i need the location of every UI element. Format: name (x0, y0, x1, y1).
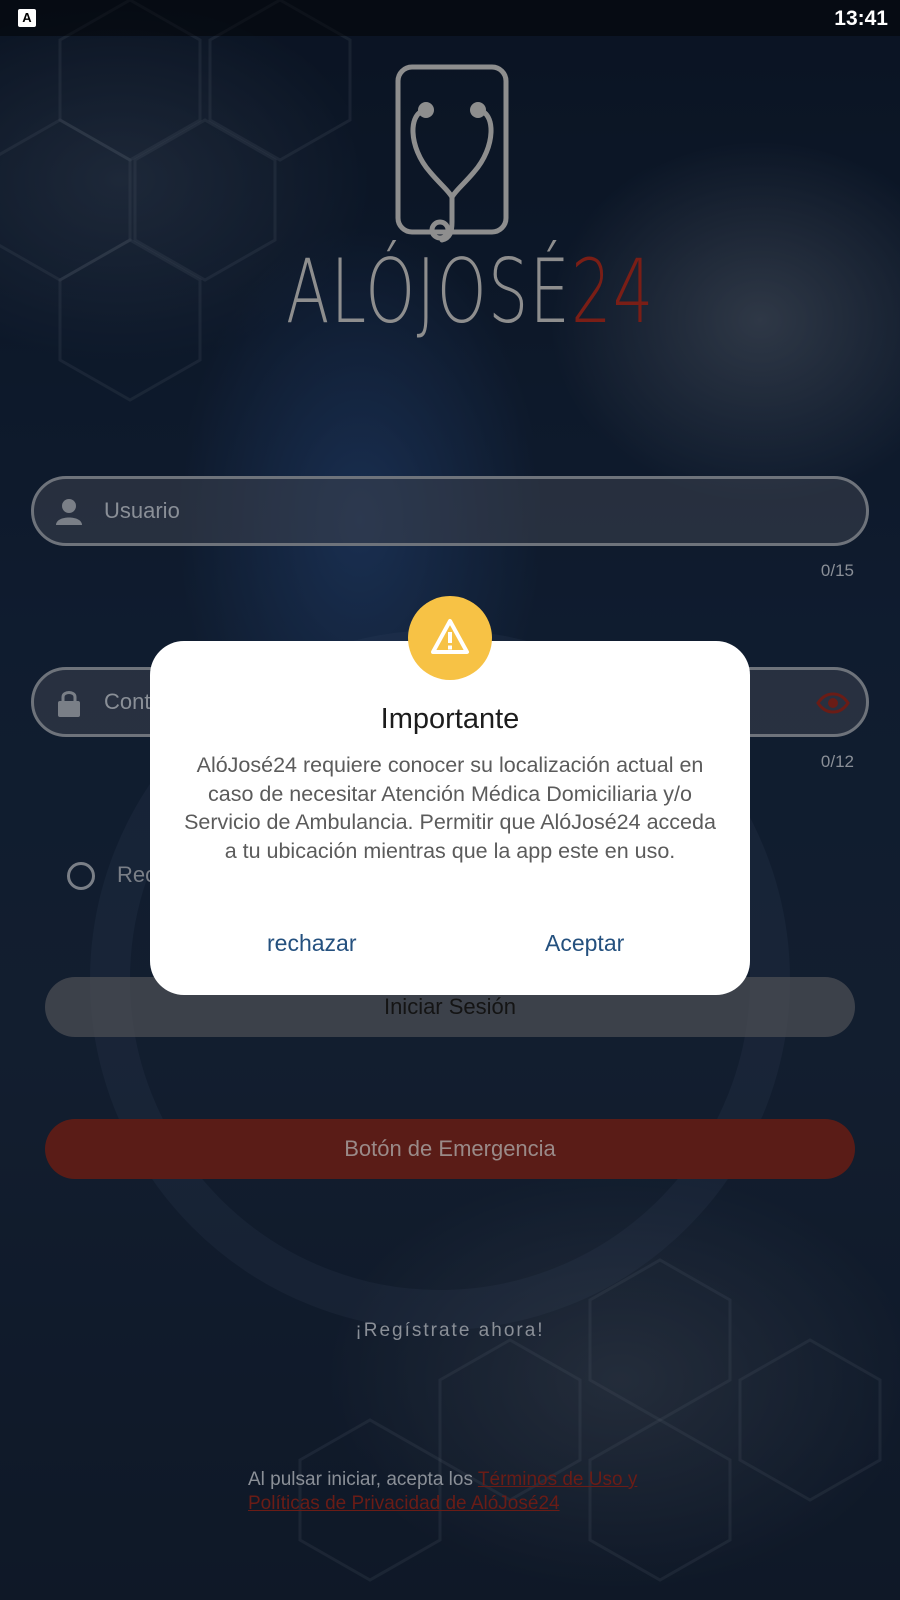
status-bar: A 13:41 (0, 0, 900, 36)
warning-icon (431, 619, 469, 654)
terms-prefix: Al pulsar iniciar, acepta los (248, 1469, 478, 1490)
dialog-title: Importante (380, 703, 520, 735)
dialog-message: AlóJosé24 requiere conocer su localizaci… (184, 753, 716, 863)
location-permission-dialog: Importante AlóJosé24 requiere conocer su… (150, 641, 750, 995)
username-counter: 0/15 (820, 561, 854, 580)
reject-button[interactable]: rechazar (267, 930, 356, 957)
status-time: 13:41 (834, 7, 888, 30)
emergency-button[interactable]: Botón de Emergencia (45, 1119, 855, 1179)
eye-icon[interactable] (816, 690, 850, 716)
warning-badge (408, 596, 492, 680)
logo-name: ALÓJOSÉ (286, 240, 572, 343)
remember-radio[interactable] (67, 862, 95, 890)
password-counter: 0/12 (820, 752, 854, 771)
notification-icon: A (18, 9, 36, 27)
username-placeholder: Usuario (104, 498, 180, 523)
user-icon (56, 499, 82, 525)
username-field[interactable]: Usuario (31, 476, 869, 546)
logo-name-accent: 24 (571, 240, 655, 343)
lock-icon (58, 691, 80, 717)
register-link[interactable]: ¡Regístrate ahora! (0, 1320, 900, 1342)
app-logo-text: ALÓJOSÉ24 (286, 240, 653, 343)
terms-text: Al pulsar iniciar, acepta los Términos d… (248, 1468, 668, 1516)
password-placeholder: Cont (104, 689, 151, 714)
accept-button[interactable]: Aceptar (545, 930, 624, 957)
